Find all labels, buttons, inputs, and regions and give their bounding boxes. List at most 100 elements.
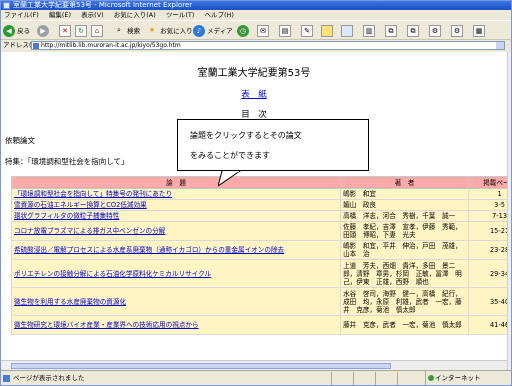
paper-title-link[interactable]: 微生物研究と環境バイオ産業・産業界への技術応用の視点から — [10, 315, 342, 335]
paper-authors: 媚山 政良 — [340, 199, 470, 211]
paper-pages: 23-28 — [468, 240, 507, 260]
status-bar: ページが表示されました インターネット — [1, 370, 511, 385]
toolbar-extra-3[interactable]: ⧉ — [407, 24, 419, 38]
menu-help[interactable]: ヘルプ(H) — [205, 11, 234, 19]
paper-pages: 41-46 — [468, 315, 507, 335]
category-label: 依頼論文 — [5, 136, 35, 145]
scrollbar-thumb[interactable] — [11, 363, 391, 369]
menu-view[interactable]: 表示(V) — [81, 11, 104, 19]
ie-app-icon — [3, 2, 10, 9]
back-button[interactable]: ◀ 戻る — [3, 24, 30, 38]
copy-icon: ⧉ — [407, 25, 419, 37]
paper-authors: 嶋影 和宜，平井 伸治，戸田 茂雄，山本 治 — [340, 240, 470, 260]
edit-button[interactable]: ✎ — [301, 24, 313, 38]
status-divider — [331, 372, 332, 385]
table-row: 環状グラフィルタの微粒子捕集特性 高橋 洋志，河合 秀樹，千葉 誠一 7-13 — [10, 210, 507, 222]
document-icon: ▥ — [363, 25, 375, 37]
annotation-callout: 論題をクリックするとその論文 をみることができます — [177, 119, 369, 187]
paper-title-link[interactable]: 雪資源の石油エネルギー換算とCO2低減効果 — [10, 199, 342, 211]
paper-authors: 嶋影 和宜 — [340, 188, 470, 200]
cover-link[interactable]: 表 紙 — [1, 88, 507, 100]
menu-favorites[interactable]: お気に入り(A) — [114, 11, 156, 19]
feature-label: 特集：「環境調和型社会を指向して」 — [5, 157, 129, 166]
messenger-button[interactable] — [341, 24, 353, 38]
window-title: 室蘭工業大学紀要第53号 - Microsoft Internet Explor… — [13, 1, 193, 9]
folder-icon — [321, 25, 333, 37]
callout-line-2: をみることができます — [190, 151, 270, 160]
toolbar-extra-1[interactable]: ▥ — [363, 24, 375, 38]
paper-authors: 水谷 啓司，海野 健一，高橋 紀行，成田 均，永原 利雄，武者 一宏，藤井 克彦… — [340, 287, 470, 316]
status-message: ページが表示されました — [13, 374, 85, 382]
favorites-label: お気に入り — [160, 27, 193, 35]
paper-pages: 15-21 — [468, 221, 507, 241]
toolbar-extra-5[interactable]: ⚙ — [451, 24, 463, 38]
settings-icon: ⚙ — [451, 25, 463, 37]
discuss-button[interactable] — [321, 24, 333, 38]
refresh-button[interactable]: ↻ — [75, 24, 87, 38]
toolbar-extra-2[interactable]: ⧉ — [385, 24, 397, 38]
callout-pointer-icon — [218, 171, 241, 187]
menu-tools[interactable]: ツール(T) — [166, 11, 195, 19]
printer-icon: ▤ — [279, 25, 291, 37]
table-header-row: 論 題 著 者 掲載ページ — [10, 176, 507, 189]
address-field[interactable]: http://mitlib.lib.muroran-it.ac.jp/kiyo/… — [31, 41, 505, 50]
table-row: 希硫酸浸出／電解プロセスによる水産系廃棄物（通称イカゴロ）からの重金属イオンの除… — [10, 240, 507, 260]
callout-line-1: 論題をクリックするとその論文 — [190, 131, 302, 140]
header-title: 論 題 — [10, 176, 342, 189]
menu-edit[interactable]: 編集(E) — [49, 11, 71, 19]
paper-pages: 7-13 — [468, 210, 507, 222]
paper-title-link[interactable]: 微生物を利用する水産廃棄物の資源化 — [10, 287, 342, 316]
horizontal-scrollbar[interactable] — [1, 360, 507, 370]
mail-button[interactable]: ✉ — [257, 24, 269, 38]
network-icon: ⧉ — [385, 25, 397, 37]
page-done-icon — [3, 375, 10, 382]
paper-title-link[interactable]: 「環境調和型社会を指向して」特集号の発刊にあたり — [10, 188, 342, 200]
mail-icon: ✉ — [257, 25, 269, 37]
favorites-button[interactable]: ★ お気に入り — [146, 24, 193, 38]
menu-file[interactable]: ファイル(F) — [4, 11, 39, 19]
stop-button[interactable]: ✕ — [59, 24, 71, 38]
address-url: http://mitlib.lib.muroran-it.ac.jp/kiyo/… — [41, 42, 181, 49]
paper-authors: 高橋 洋志，河合 秀樹，千葉 誠一 — [340, 210, 470, 222]
header-pages: 掲載ページ — [468, 176, 507, 189]
stop-icon: ✕ — [59, 25, 71, 37]
vertical-scrollbar[interactable] — [507, 52, 511, 370]
toolbar-extra-4[interactable]: ⚙ — [429, 24, 441, 38]
paper-authors: 藤井 克彦，武者 一宏，菊池 慎太郎 — [340, 315, 470, 335]
paper-title-link[interactable]: 環状グラフィルタの微粒子捕集特性 — [10, 210, 342, 222]
refresh-icon: ↻ — [75, 25, 87, 37]
paper-pages: 29-34 — [468, 259, 507, 288]
paper-authors: 佐藤 孝紀，吉澤 宣孝，伊藤 秀範，田頭 博昭，下妻 光夫 — [340, 221, 470, 241]
status-divider — [397, 372, 398, 385]
page-title: 室蘭工業大学紀要第53号 — [197, 68, 311, 79]
menu-bar: ファイル(F) 編集(E) 表示(V) お気に入り(A) ツール(T) ヘルプ(… — [1, 10, 511, 20]
media-icon: ♪ — [193, 25, 205, 37]
paper-pages: 1 — [468, 188, 507, 200]
toolbar: ◀ 戻る ▶ ✕ ↻ ⌂ ⌕ 検索 ★ お気に入り ♪ メディア ◷ ✉ ▤ ✎… — [1, 20, 511, 40]
status-divider — [353, 372, 354, 385]
grid-icon: ▦ — [473, 25, 485, 37]
status-divider — [375, 372, 376, 385]
forward-button[interactable]: ▶ — [37, 24, 49, 38]
history-button[interactable]: ◷ — [237, 24, 249, 38]
back-label: 戻る — [17, 27, 31, 35]
media-button[interactable]: ♪ メディア — [193, 24, 233, 38]
paper-title-link[interactable]: 希硫酸浸出／電解プロセスによる水産系廃棄物（通称イカゴロ）からの重金属イオンの除… — [10, 240, 342, 260]
address-dropdown-icon[interactable] — [496, 42, 504, 49]
toolbar-extra-6[interactable]: ▦ — [473, 24, 485, 38]
forward-arrow-icon: ▶ — [37, 25, 49, 37]
table-row: ポリエチレンの接触分解による石油化学原料化ケミカルリサイクル 上道 芳夫，西畑 … — [10, 259, 507, 288]
paper-title-link[interactable]: コロナ放電プラズマによる排ガス中ベンゼンの分解 — [10, 221, 342, 241]
history-icon: ◷ — [237, 25, 249, 37]
print-button[interactable]: ▤ — [279, 24, 291, 38]
media-label: メディア — [207, 27, 233, 35]
home-button[interactable]: ⌂ — [91, 24, 103, 38]
security-zone: インターネット — [425, 371, 481, 385]
page-content: 室蘭工業大学紀要第53号 表 紙 目 次 依頼論文 特集：「環境調和型社会を指向… — [1, 52, 507, 370]
table-row: 雪資源の石油エネルギー換算とCO2低減効果 媚山 政良 3-5 — [10, 199, 507, 211]
paper-title-link[interactable]: ポリエチレンの接触分解による石油化学原料化ケミカルリサイクル — [10, 259, 342, 288]
search-button[interactable]: ⌕ 検索 — [113, 24, 140, 38]
search-label: 検索 — [127, 27, 141, 35]
messenger-icon — [341, 25, 353, 37]
tools-icon: ⚙ — [429, 25, 441, 37]
